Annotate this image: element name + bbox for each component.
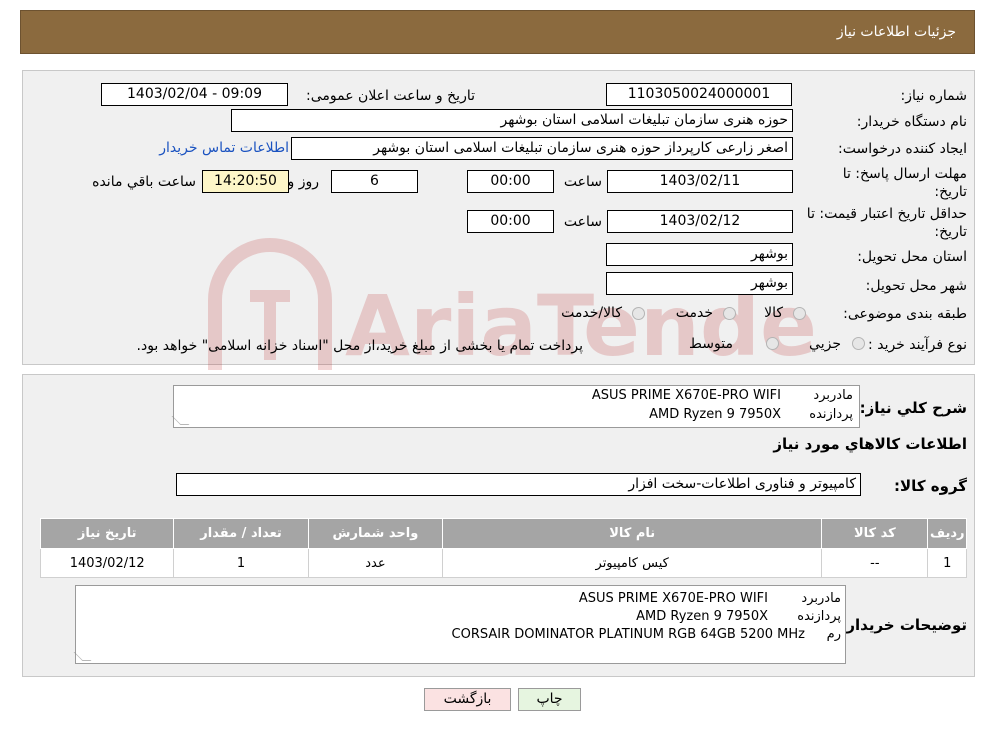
cell-unit: عدد (307, 548, 444, 578)
page-header: جزئیات اطلاعات نیاز (20, 10, 975, 54)
goods-group-field: کامپیوتر و فناوری اطلاعات-سخت افزار (176, 473, 861, 496)
process-note: پرداخت تمام یا بخشی از مبلغ خرید،از محل … (136, 338, 583, 354)
city-label: شهر محل تحویل: (865, 278, 967, 294)
goods-group-label: گروه کالا: (894, 477, 967, 495)
deadline-label-2: تاریخ: (934, 184, 967, 200)
back-button[interactable]: بازگشت (424, 688, 511, 711)
col-goods-name: نام کالا (442, 518, 823, 549)
col-goods-code: کد کالا (821, 518, 929, 549)
cell-quantity: 1 (173, 548, 309, 578)
process-radio-medium[interactable] (766, 337, 779, 350)
goods-table-header: رديف کد کالا نام کالا واحد شمارش تعداد /… (39, 518, 967, 549)
col-quantity: تعداد / مقدار (173, 518, 309, 549)
cell-need-date: 1403/02/12 (39, 548, 175, 578)
announce-label: تاریخ و ساعت اعلان عمومی: (306, 88, 475, 104)
remaining-time-label: ساعت باقي مانده (92, 174, 196, 190)
notes-line-2-key: پردازنده (797, 609, 841, 624)
category-option-goods: کالا (764, 305, 783, 321)
notes-line-3-value: CORSAIR DOMINATOR PLATINUM RGB 64GB 5200… (451, 627, 805, 642)
need-number-label: شماره نیاز: (900, 88, 968, 104)
buyer-notes-label: توضیحات خریدار: (840, 616, 967, 634)
province-field: بوشهر (606, 243, 793, 266)
category-label: طبقه بندی موضوعی: (843, 306, 967, 322)
notes-line-3-key: رم (826, 627, 841, 642)
need-number-field: 1103050024000001 (606, 83, 792, 106)
process-label: نوع فرآیند خرید : (868, 337, 967, 353)
cell-goods-name: کیس کامپیوتر (442, 548, 823, 578)
goods-section-title: اطلاعات کالاهاي مورد نياز (773, 435, 967, 453)
process-option-minor: جزیي (809, 336, 841, 352)
province-label: استان محل تحویل: (857, 249, 967, 265)
days-remaining-field: 6 (331, 170, 418, 193)
requester-field: اصغر زارعی کارپرداز حوزه هنری سازمان تبل… (291, 137, 793, 160)
deadline-label: مهلت ارسال پاسخ: تا (842, 166, 967, 182)
remaining-time-field: 14:20:50 (202, 170, 289, 193)
col-need-date: تاريخ نياز (39, 518, 175, 549)
print-button[interactable]: چاپ (518, 688, 581, 711)
table-row: 1 -- کیس کامپیوتر عدد 1 1403/02/12 (39, 548, 967, 578)
summary-line-2-key: پردازنده (809, 407, 853, 422)
cell-row-number: 1 (927, 548, 967, 578)
deadline-date-field: 1403/02/11 (607, 170, 793, 193)
col-unit: واحد شمارش (307, 518, 444, 549)
summary-label: شرح کلي نياز: (859, 399, 967, 417)
resize-grip-icon[interactable] (73, 652, 92, 661)
category-radio-goods[interactable] (793, 307, 806, 320)
resize-grip-icon[interactable] (171, 416, 190, 425)
city-field: بوشهر (606, 272, 793, 295)
buyer-notes-textarea[interactable]: ASUS PRIME X670E-PRO WIFI مادربرد AMD Ry… (73, 585, 846, 664)
col-row-number: رديف (927, 518, 967, 549)
summary-textarea[interactable]: ASUS PRIME X670E-PRO WIFI مادربرد AMD Ry… (171, 385, 860, 428)
validity-time-label: ساعت (563, 214, 602, 230)
summary-line-1-value: ASUS PRIME X670E-PRO WIFI (591, 388, 781, 403)
process-radio-minor[interactable] (852, 337, 865, 350)
buyer-org-field: حوزه هنری سازمان تبلیغات اسلامی استان بو… (231, 109, 793, 132)
process-option-medium: متوسط (689, 336, 733, 352)
validity-time-field: 00:00 (467, 210, 554, 233)
validity-label-2: تاریخ: (934, 224, 967, 240)
notes-line-2-value: AMD Ryzen 9 7950X (636, 609, 768, 624)
days-label: روز و (287, 174, 320, 190)
deadline-time-field: 00:00 (467, 170, 554, 193)
deadline-time-label: ساعت (563, 174, 602, 190)
cell-goods-code: -- (821, 548, 929, 578)
summary-line-2-value: AMD Ryzen 9 7950X (649, 407, 781, 422)
category-radio-service[interactable] (723, 307, 736, 320)
requester-label: ایجاد کننده درخواست: (838, 141, 967, 157)
category-option-service: خدمت (675, 305, 713, 321)
buyer-contact-link[interactable]: اطلاعات تماس خریدار (159, 140, 289, 156)
announce-field: 1403/02/04 - 09:09 (101, 83, 288, 106)
notes-line-1-key: مادربرد (801, 591, 841, 606)
notes-line-1-value: ASUS PRIME X670E-PRO WIFI (578, 591, 768, 606)
summary-line-1-key: مادربرد (813, 388, 853, 403)
buyer-org-label: نام دستگاه خریدار: (856, 114, 967, 130)
goods-table: رديف کد کالا نام کالا واحد شمارش تعداد /… (39, 518, 967, 578)
validity-date-field: 1403/02/12 (607, 210, 793, 233)
category-option-goods-service: کالا/خدمت (561, 305, 622, 321)
category-radio-goods-service[interactable] (632, 307, 645, 320)
page-title: جزئیات اطلاعات نیاز (836, 24, 956, 40)
validity-label: حداقل تاریخ اعتبار قیمت: تا (806, 206, 967, 222)
